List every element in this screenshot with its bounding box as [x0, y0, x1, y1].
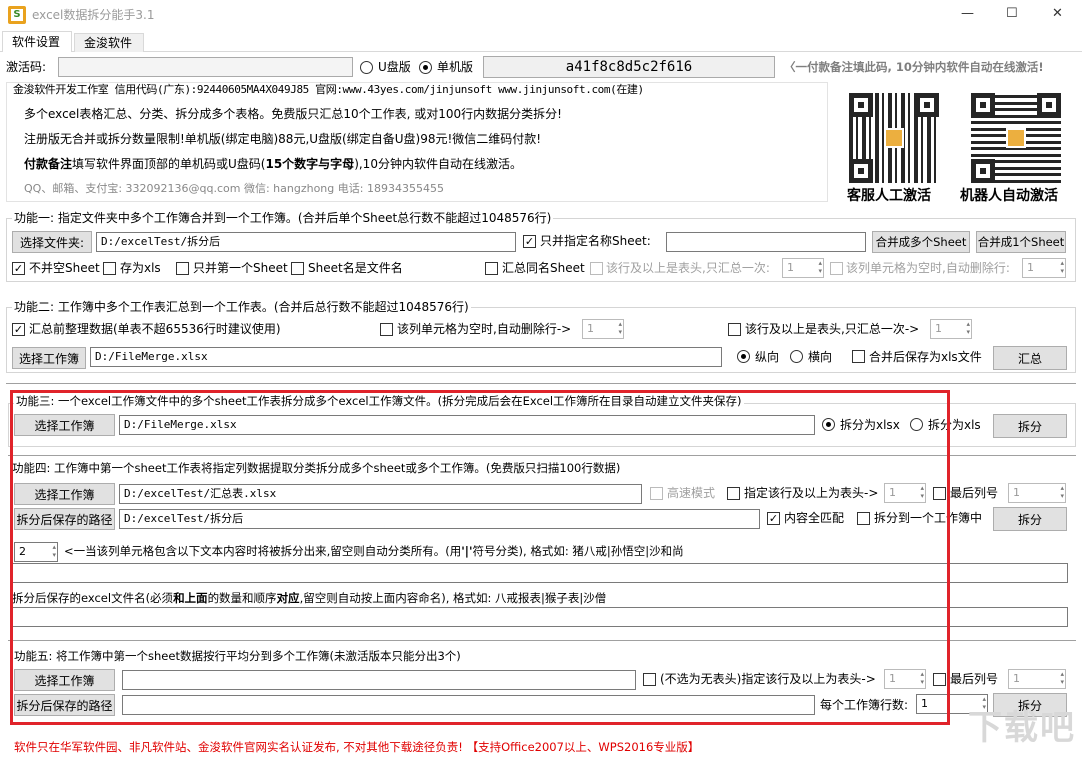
function2-title: 功能二: 工作簿中多个工作表汇总到一个工作表。(合并后总行数不能超过104857… — [12, 299, 471, 315]
same-name-checkbox[interactable] — [485, 262, 498, 275]
info-contact: QQ、邮箱、支付宝: 332092136@qq.com 微信: hangzhon… — [24, 182, 444, 195]
same-name-label: 汇总同名Sheet — [502, 261, 585, 275]
horizontal-radio[interactable] — [790, 350, 803, 363]
activation-hint: 〈一付款备注填此码, 10分钟内软件自动在线激活! — [784, 60, 1044, 74]
standalone-radio[interactable] — [419, 61, 432, 74]
maximize-icon[interactable]: ☐ — [1006, 6, 1018, 22]
udisk-label: U盘版 — [378, 60, 411, 74]
machine-code-field: a41f8c8d5c2f616 — [483, 56, 775, 78]
split-button-f3[interactable]: 拆分 — [993, 414, 1067, 438]
sheet-is-file-checkbox[interactable] — [291, 262, 304, 275]
close-icon[interactable]: ✕ — [1052, 6, 1063, 22]
divider — [6, 383, 1076, 384]
f2-save-xls-checkbox[interactable] — [852, 350, 865, 363]
only-sheet-label: 只并指定名称Sheet: — [540, 234, 651, 248]
merge-one-button[interactable]: 合并成1个Sheet — [976, 231, 1066, 253]
f2-save-xls-label: 合并后保存为xls文件 — [869, 350, 982, 364]
tab-settings[interactable]: 软件设置 — [2, 31, 72, 52]
only-sheet-checkbox[interactable]: ✓ — [523, 235, 536, 248]
udisk-radio[interactable] — [360, 61, 373, 74]
info-line3: 注册版无合并或拆分数量限制!单机版(绑定电脑)88元,U盘版(绑定自备U盘)98… — [24, 132, 542, 146]
empty-del-label: 该列单元格为空时,自动删除行: — [846, 261, 1010, 275]
save-xls-checkbox[interactable] — [103, 262, 116, 275]
header-rows-checkbox[interactable] — [590, 262, 603, 275]
header-once-spinner[interactable]: 1 — [930, 319, 972, 339]
minimize-icon[interactable]: — — [961, 6, 974, 22]
f4-last-col-spinner[interactable]: 1 — [1008, 483, 1066, 503]
choose-workbook-button-f2[interactable]: 选择工作簿 — [12, 347, 86, 369]
qr-code-icon — [849, 93, 939, 183]
window-title: excel数据拆分能手3.1 — [32, 8, 155, 22]
info-company: 金浚软件开发工作室 信用代码(广东):92440605MA4X049J85 官网… — [13, 83, 644, 96]
qr-code-icon — [971, 93, 1061, 183]
app-icon: S — [8, 6, 26, 24]
vertical-radio[interactable] — [737, 350, 750, 363]
col-empty-spinner[interactable]: 1 — [582, 319, 624, 339]
only-first-label: 只并第一个Sheet — [193, 261, 288, 275]
footer-notice: 软件只在华军软件园、非凡软件站、金浚软件官网实名认证发布, 不对其他下载途径负责… — [14, 740, 700, 754]
only-first-checkbox[interactable] — [176, 262, 189, 275]
save-xls-label: 存为xls — [120, 261, 161, 275]
activation-label: 激活码: — [6, 60, 47, 74]
f5-last-col-spinner[interactable]: 1 — [1008, 669, 1066, 689]
tab-strip: 软件设置 金浚软件 — [0, 30, 1082, 52]
merge-many-button[interactable]: 合并成多个Sheet — [872, 231, 970, 253]
folder-path-input[interactable]: D:/excelTest/拆分后 — [96, 232, 516, 252]
tidy-label: 汇总前整理数据(单表不超65536行时建议使用) — [29, 322, 281, 336]
info-line2: 多个excel表格汇总、分类、拆分成多个表格。免费版只汇总10个工作表, 或对1… — [24, 107, 562, 121]
sheet-name-input[interactable] — [666, 232, 866, 252]
summarize-button[interactable]: 汇总 — [993, 346, 1067, 370]
header-once-checkbox[interactable] — [728, 323, 741, 336]
watermark-logo: 下载吧 — [968, 708, 1076, 748]
function1-title: 功能一: 指定文件夹中多个工作簿合并到一个工作簿。(合并后单个Sheet总行数不… — [12, 210, 554, 226]
f4-last-col-label: 最后列号 — [950, 486, 999, 500]
horizontal-label: 横向 — [808, 350, 833, 364]
title-bar: S excel数据拆分能手3.1 — ☐ ✕ — [0, 0, 1082, 30]
header-rows-spinner[interactable]: 1 — [782, 258, 824, 278]
activation-code-input[interactable] — [58, 57, 353, 77]
empty-del-spinner[interactable]: 1 — [1022, 258, 1066, 278]
empty-del-checkbox[interactable] — [830, 262, 843, 275]
header-rows-label: 该行及以上是表头,只汇总一次: — [606, 261, 770, 275]
standalone-label: 单机版 — [437, 60, 474, 74]
vertical-label: 纵向 — [755, 350, 780, 364]
no-empty-label: 不并空Sheet — [29, 261, 100, 275]
tab-jinjun[interactable]: 金浚软件 — [74, 33, 144, 52]
header-once-label: 该行及以上是表头,只汇总一次-> — [745, 322, 920, 336]
info-line4: 付款备注填写软件界面顶部的单机码或U盘码(15个数字与字母),10分钟内软件自动… — [24, 157, 522, 171]
highlight-box — [10, 390, 950, 725]
choose-folder-button[interactable]: 选择文件夹: — [12, 231, 92, 253]
col-empty-label: 该列单元格为空时,自动删除行-> — [397, 322, 572, 336]
split-button-f4[interactable]: 拆分 — [993, 507, 1067, 531]
f5-last-col-label: 最后列号 — [950, 672, 999, 686]
qr2-label: 机器人自动激活 — [960, 188, 1058, 204]
f2-path-input[interactable]: D:/FileMerge.xlsx — [90, 347, 722, 367]
qr1-label: 客服人工激活 — [847, 188, 931, 204]
no-empty-checkbox[interactable]: ✓ — [12, 262, 25, 275]
sheet-is-file-label: Sheet名是文件名 — [308, 261, 403, 275]
tidy-checkbox[interactable]: ✓ — [12, 323, 25, 336]
col-empty-checkbox[interactable] — [380, 323, 393, 336]
